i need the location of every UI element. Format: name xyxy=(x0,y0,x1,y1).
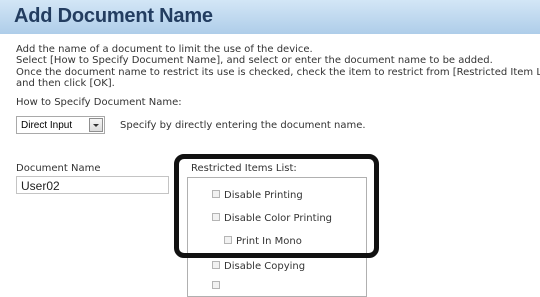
instruction-line-1: Add the name of a document to limit the … xyxy=(16,44,313,55)
disable-copying-checkbox[interactable] xyxy=(212,261,220,269)
specify-method-value: Direct Input xyxy=(21,120,73,131)
document-name-label: Document Name xyxy=(16,163,101,174)
print-in-mono-checkbox[interactable] xyxy=(224,236,232,244)
specify-method-description: Specify by directly entering the documen… xyxy=(120,120,366,131)
instruction-line-4: and then click [OK]. xyxy=(16,78,115,89)
page-header: Add Document Name xyxy=(0,0,540,34)
chevron-down-icon[interactable] xyxy=(89,118,103,132)
disable-printing-checkbox[interactable] xyxy=(212,190,220,198)
disable-printing-label: Disable Printing xyxy=(224,190,303,201)
disable-color-printing-label: Disable Color Printing xyxy=(224,213,333,224)
specify-method-select[interactable]: Direct Input xyxy=(16,116,105,134)
how-to-specify-label: How to Specify Document Name: xyxy=(16,97,182,108)
instruction-line-2: Select [How to Specify Document Name], a… xyxy=(16,55,493,66)
disable-color-printing-checkbox[interactable] xyxy=(212,213,220,221)
document-name-value: User02 xyxy=(21,179,60,193)
document-name-input[interactable]: User02 xyxy=(16,176,169,194)
disable-copying-label: Disable Copying xyxy=(224,261,306,272)
print-in-mono-label: Print In Mono xyxy=(236,236,302,247)
instruction-line-3: Once the document name to restrict its u… xyxy=(16,67,540,78)
restricted-items-label: Restricted Items List: xyxy=(191,163,297,174)
next-item-checkbox[interactable] xyxy=(212,281,220,289)
page-title: Add Document Name xyxy=(14,5,213,27)
